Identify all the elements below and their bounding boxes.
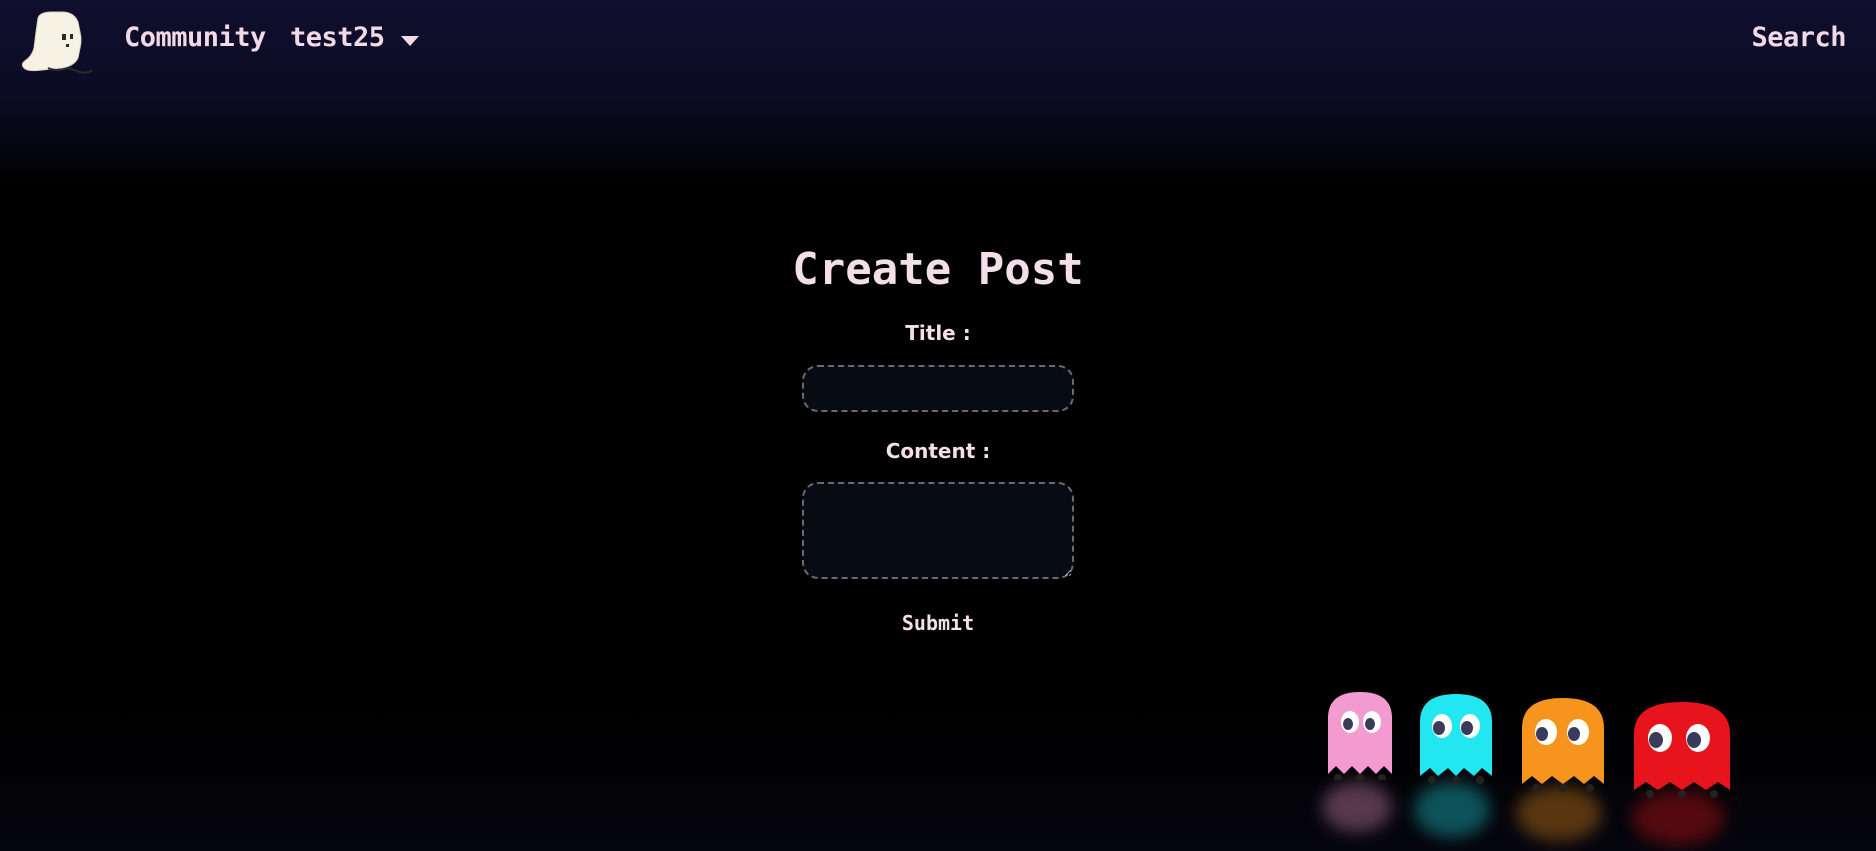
pink-ghost-reflection: [1322, 782, 1392, 832]
community-link[interactable]: Community: [124, 22, 266, 53]
orange-ghost-reflection: [1516, 786, 1602, 841]
red-ghost-icon: [1634, 702, 1730, 798]
cyan-ghost-icon: [1420, 694, 1492, 784]
page-title: Create Post: [792, 244, 1084, 295]
ghost-logo-icon[interactable]: [18, 10, 94, 76]
submit-button-row: Submit: [0, 611, 1876, 635]
orange-ghost-icon: [1522, 698, 1604, 792]
create-post-page: Community test25 Search Create Post Titl…: [0, 0, 1876, 851]
user-menu-dropdown[interactable]: test25: [290, 22, 419, 53]
user-menu-label: test25: [290, 22, 385, 53]
title-field-label: Title :: [905, 321, 971, 345]
content-textarea[interactable]: [802, 482, 1074, 579]
pink-ghost-icon: [1328, 692, 1392, 780]
chevron-down-icon: [400, 35, 419, 46]
search-link[interactable]: Search: [1751, 22, 1846, 53]
submit-button[interactable]: Submit: [902, 611, 974, 635]
red-ghost-reflection: [1632, 790, 1724, 845]
cyan-ghost-reflection: [1414, 782, 1490, 837]
top-navbar: Community test25 Search: [0, 0, 1876, 80]
ghost-decoration: [1316, 682, 1740, 851]
title-input[interactable]: [802, 365, 1074, 412]
content-field-label: Content :: [885, 439, 991, 463]
